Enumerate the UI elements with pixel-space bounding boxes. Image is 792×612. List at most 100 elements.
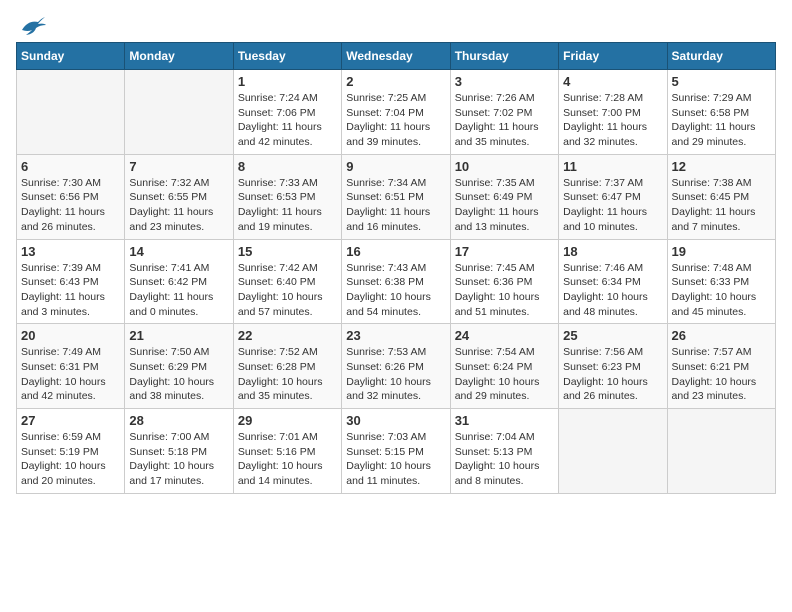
day-info: Sunrise: 7:32 AM Sunset: 6:55 PM Dayligh… [129,176,228,235]
calendar-cell: 8Sunrise: 7:33 AM Sunset: 6:53 PM Daylig… [233,154,341,239]
day-info: Sunrise: 7:35 AM Sunset: 6:49 PM Dayligh… [455,176,554,235]
day-info: Sunrise: 7:57 AM Sunset: 6:21 PM Dayligh… [672,345,771,404]
calendar-header-tuesday: Tuesday [233,43,341,70]
day-info: Sunrise: 7:56 AM Sunset: 6:23 PM Dayligh… [563,345,662,404]
calendar-cell: 29 Sunrise: 7:01 AM Sunset: 5:16 PM Dayli… [233,409,341,494]
day-number: 12 [672,159,771,174]
day-number: 6 [21,159,120,174]
day-info: Sunrise: 7:24 AM Sunset: 7:06 PM Dayligh… [238,91,337,150]
day-info: Sunrise: 7:38 AM Sunset: 6:45 PM Dayligh… [672,176,771,235]
logo-bird-icon [18,16,46,38]
calendar-cell: 16 Sunrise: 7:43 AM Sunset: 6:38 PM Dayli… [342,239,450,324]
day-number: 21 [129,328,228,343]
calendar-cell [17,70,125,155]
calendar-cell: 1 Sunrise: 7:24 AM Sunset: 7:06 PM Daylig… [233,70,341,155]
calendar-week-3: 13 Sunrise: 7:39 AM Sunset: 6:43 PM Dayli… [17,239,776,324]
calendar-cell: 21 Sunrise: 7:50 AM Sunset: 6:29 PM Dayli… [125,324,233,409]
day-info: Sunrise: 7:42 AM Sunset: 6:40 PM Dayligh… [238,261,337,320]
calendar-cell: 20 Sunrise: 7:49 AM Sunset: 6:31 PM Dayli… [17,324,125,409]
day-info: Sunrise: 7:30 AM Sunset: 6:56 PM Dayligh… [21,176,120,235]
calendar-cell: 5 Sunrise: 7:29 AM Sunset: 6:58 PM Daylig… [667,70,775,155]
calendar-header-sunday: Sunday [17,43,125,70]
day-info: Sunrise: 7:04 AM Sunset: 5:13 PM Dayligh… [455,430,554,489]
calendar-cell: 22Sunrise: 7:52 AM Sunset: 6:28 PM Dayli… [233,324,341,409]
day-number: 8 [238,159,337,174]
day-number: 15 [238,244,337,259]
day-number: 25 [563,328,662,343]
calendar-cell: 2 Sunrise: 7:25 AM Sunset: 7:04 PM Daylig… [342,70,450,155]
calendar-cell: 23 Sunrise: 7:53 AM Sunset: 6:26 PM Dayli… [342,324,450,409]
calendar-week-2: 6 Sunrise: 7:30 AM Sunset: 6:56 PM Daylig… [17,154,776,239]
calendar-cell: 27 Sunrise: 6:59 AM Sunset: 5:19 PM Dayli… [17,409,125,494]
day-number: 2 [346,74,445,89]
calendar-cell: 31 Sunrise: 7:04 AM Sunset: 5:13 PM Dayli… [450,409,558,494]
calendar-week-4: 20 Sunrise: 7:49 AM Sunset: 6:31 PM Dayli… [17,324,776,409]
day-number: 19 [672,244,771,259]
day-number: 13 [21,244,120,259]
calendar-header-monday: Monday [125,43,233,70]
calendar-cell: 4 Sunrise: 7:28 AM Sunset: 7:00 PM Daylig… [559,70,667,155]
day-number: 26 [672,328,771,343]
calendar-cell: 9Sunrise: 7:34 AM Sunset: 6:51 PM Daylig… [342,154,450,239]
day-number: 27 [21,413,120,428]
calendar-header-saturday: Saturday [667,43,775,70]
day-info: Sunrise: 7:45 AM Sunset: 6:36 PM Dayligh… [455,261,554,320]
day-number: 20 [21,328,120,343]
calendar-cell: 7 Sunrise: 7:32 AM Sunset: 6:55 PM Daylig… [125,154,233,239]
calendar-cell: 6 Sunrise: 7:30 AM Sunset: 6:56 PM Daylig… [17,154,125,239]
calendar-cell: 28Sunrise: 7:00 AM Sunset: 5:18 PM Dayli… [125,409,233,494]
calendar-header-wednesday: Wednesday [342,43,450,70]
calendar-week-5: 27 Sunrise: 6:59 AM Sunset: 5:19 PM Dayli… [17,409,776,494]
calendar-cell: 11Sunrise: 7:37 AM Sunset: 6:47 PM Dayli… [559,154,667,239]
day-info: Sunrise: 6:59 AM Sunset: 5:19 PM Dayligh… [21,430,120,489]
day-info: Sunrise: 7:34 AM Sunset: 6:51 PM Dayligh… [346,176,445,235]
calendar-cell: 15 Sunrise: 7:42 AM Sunset: 6:40 PM Dayli… [233,239,341,324]
day-info: Sunrise: 7:01 AM Sunset: 5:16 PM Dayligh… [238,430,337,489]
day-number: 4 [563,74,662,89]
day-number: 1 [238,74,337,89]
calendar-cell: 19Sunrise: 7:48 AM Sunset: 6:33 PM Dayli… [667,239,775,324]
calendar-cell: 30 Sunrise: 7:03 AM Sunset: 5:15 PM Dayli… [342,409,450,494]
day-number: 24 [455,328,554,343]
day-number: 31 [455,413,554,428]
calendar-cell: 10Sunrise: 7:35 AM Sunset: 6:49 PM Dayli… [450,154,558,239]
day-info: Sunrise: 7:50 AM Sunset: 6:29 PM Dayligh… [129,345,228,404]
header [16,16,776,34]
calendar-header-friday: Friday [559,43,667,70]
day-number: 30 [346,413,445,428]
logo [16,16,46,34]
day-number: 5 [672,74,771,89]
day-info: Sunrise: 7:28 AM Sunset: 7:00 PM Dayligh… [563,91,662,150]
day-info: Sunrise: 7:03 AM Sunset: 5:15 PM Dayligh… [346,430,445,489]
calendar-cell: 24 Sunrise: 7:54 AM Sunset: 6:24 PM Dayli… [450,324,558,409]
day-number: 22 [238,328,337,343]
calendar-cell: 18Sunrise: 7:46 AM Sunset: 6:34 PM Dayli… [559,239,667,324]
calendar-cell [667,409,775,494]
day-info: Sunrise: 7:54 AM Sunset: 6:24 PM Dayligh… [455,345,554,404]
calendar-cell: 26 Sunrise: 7:57 AM Sunset: 6:21 PM Dayli… [667,324,775,409]
day-number: 7 [129,159,228,174]
day-number: 16 [346,244,445,259]
day-info: Sunrise: 7:49 AM Sunset: 6:31 PM Dayligh… [21,345,120,404]
day-number: 3 [455,74,554,89]
calendar-cell: 3Sunrise: 7:26 AM Sunset: 7:02 PM Daylig… [450,70,558,155]
calendar-cell [125,70,233,155]
day-info: Sunrise: 7:25 AM Sunset: 7:04 PM Dayligh… [346,91,445,150]
day-info: Sunrise: 7:41 AM Sunset: 6:42 PM Dayligh… [129,261,228,320]
day-info: Sunrise: 7:39 AM Sunset: 6:43 PM Dayligh… [21,261,120,320]
day-number: 29 [238,413,337,428]
calendar-cell [559,409,667,494]
day-number: 17 [455,244,554,259]
calendar-table: SundayMondayTuesdayWednesdayThursdayFrid… [16,42,776,494]
day-info: Sunrise: 7:29 AM Sunset: 6:58 PM Dayligh… [672,91,771,150]
day-info: Sunrise: 7:37 AM Sunset: 6:47 PM Dayligh… [563,176,662,235]
day-info: Sunrise: 7:53 AM Sunset: 6:26 PM Dayligh… [346,345,445,404]
calendar-header-thursday: Thursday [450,43,558,70]
day-info: Sunrise: 7:46 AM Sunset: 6:34 PM Dayligh… [563,261,662,320]
calendar-header: SundayMondayTuesdayWednesdayThursdayFrid… [17,43,776,70]
day-number: 28 [129,413,228,428]
calendar-cell: 17 Sunrise: 7:45 AM Sunset: 6:36 PM Dayli… [450,239,558,324]
calendar-cell: 12 Sunrise: 7:38 AM Sunset: 6:45 PM Dayli… [667,154,775,239]
day-number: 23 [346,328,445,343]
day-info: Sunrise: 7:43 AM Sunset: 6:38 PM Dayligh… [346,261,445,320]
